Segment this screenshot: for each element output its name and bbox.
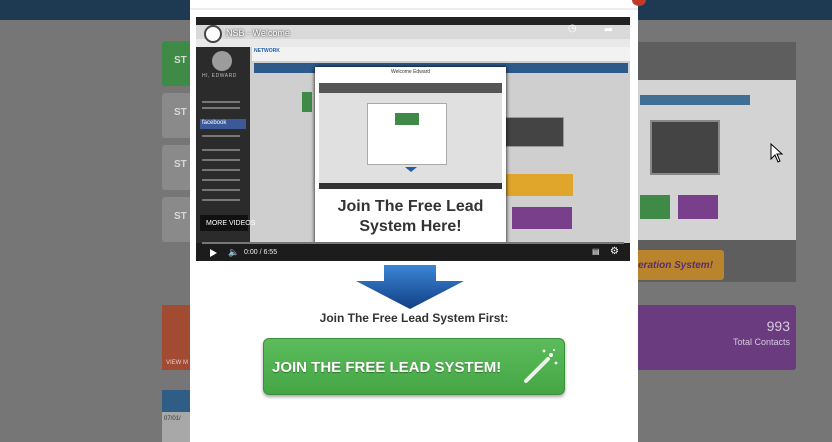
date-cell: 07/01/ bbox=[162, 412, 192, 442]
video-time: 0:00 / 6:55 bbox=[244, 249, 278, 256]
lead-generation-button-label: eration System! bbox=[638, 260, 714, 271]
video-title[interactable]: NSB - Welcome bbox=[226, 28, 290, 38]
join-button-label: JOIN THE FREE LEAD SYSTEM! bbox=[272, 359, 502, 376]
video-popup-taskbar bbox=[319, 183, 502, 189]
down-arrow-icon bbox=[356, 265, 464, 309]
video-channel-avatar[interactable] bbox=[204, 25, 222, 43]
video-welcome-popup: Welcome Edward Join The Free Lead System… bbox=[315, 67, 506, 245]
modal-divider bbox=[190, 8, 638, 10]
video-preview-card bbox=[502, 117, 564, 147]
lead-generation-button[interactable]: eration System! bbox=[636, 250, 724, 280]
magic-wand-icon bbox=[524, 349, 558, 383]
stat-tile-4[interactable]: ST bbox=[162, 197, 192, 242]
video-sidebar-line bbox=[202, 135, 240, 137]
mouse-cursor-icon bbox=[770, 143, 784, 163]
video-popup-green bbox=[395, 113, 419, 125]
view-tile-label: VIEW M bbox=[166, 360, 188, 366]
video-orange-block bbox=[505, 174, 573, 196]
video-facebook-badge: facebook bbox=[200, 119, 246, 129]
video-sidebar-line bbox=[202, 149, 240, 151]
video-green-tile bbox=[302, 92, 312, 112]
share-icon[interactable]: ➦ bbox=[604, 23, 613, 36]
stat-tile-label: ST bbox=[174, 107, 187, 118]
video-sidebar-name: HI, EDWARD bbox=[202, 73, 237, 79]
view-tile[interactable]: VIEW M bbox=[162, 305, 192, 370]
video-progress-bar[interactable] bbox=[202, 242, 624, 244]
gear-icon[interactable]: ⚙ bbox=[610, 246, 619, 257]
captions-icon[interactable]: ▤ bbox=[592, 247, 600, 256]
video-popup-arrow-icon bbox=[405, 167, 417, 172]
stat-tile-1[interactable]: ST bbox=[162, 41, 192, 86]
right-preview-green bbox=[640, 195, 670, 219]
total-contacts-label: Total Contacts bbox=[732, 337, 790, 347]
play-icon[interactable] bbox=[210, 249, 217, 257]
welcome-video-player[interactable]: NETWORK HI, EDWARD facebook Welcome Edwa… bbox=[196, 17, 630, 261]
more-videos-label[interactable]: MORE VIDEOS bbox=[206, 220, 255, 227]
date-text: 07/01/ bbox=[164, 416, 181, 422]
video-network-logo: NETWORK bbox=[254, 48, 280, 54]
right-preview-header bbox=[640, 95, 750, 105]
stat-tile-label: ST bbox=[174, 211, 187, 222]
table-header-tile bbox=[162, 390, 192, 414]
total-contacts-count: 993 bbox=[766, 318, 790, 334]
modal-subtitle: Join The Free Lead System First: bbox=[319, 311, 509, 325]
stat-tile-2[interactable]: ST bbox=[162, 93, 192, 138]
right-preview-purple bbox=[678, 195, 718, 219]
volume-icon[interactable]: 🔈 bbox=[228, 247, 239, 258]
video-popup-text: Join The Free Lead System Here! bbox=[337, 198, 484, 235]
stat-tile-3[interactable]: ST bbox=[162, 145, 192, 190]
video-sidebar-line bbox=[202, 189, 240, 191]
video-sidebar-line bbox=[202, 107, 240, 109]
right-preview-box bbox=[650, 120, 720, 175]
join-free-lead-system-button[interactable]: JOIN THE FREE LEAD SYSTEM! bbox=[263, 338, 565, 395]
video-sidebar-line bbox=[202, 101, 240, 103]
video-bookmarks-bar bbox=[196, 39, 630, 47]
video-popup-darkbar bbox=[319, 83, 502, 93]
video-sidebar-line bbox=[202, 169, 240, 171]
stat-tile-label: ST bbox=[174, 55, 187, 66]
video-avatar bbox=[212, 51, 232, 71]
clock-icon[interactable]: ◷ bbox=[568, 23, 577, 34]
video-sidebar-line bbox=[202, 179, 240, 181]
total-contacts-card: 993 Total Contacts bbox=[636, 305, 796, 370]
stat-tile-label: ST bbox=[174, 159, 187, 170]
video-dashboard-header bbox=[252, 47, 630, 61]
video-popup-title: Welcome Edward bbox=[390, 69, 431, 75]
video-purple-block bbox=[512, 207, 572, 229]
video-sidebar-line bbox=[202, 199, 240, 201]
video-sidebar-line bbox=[202, 159, 240, 161]
